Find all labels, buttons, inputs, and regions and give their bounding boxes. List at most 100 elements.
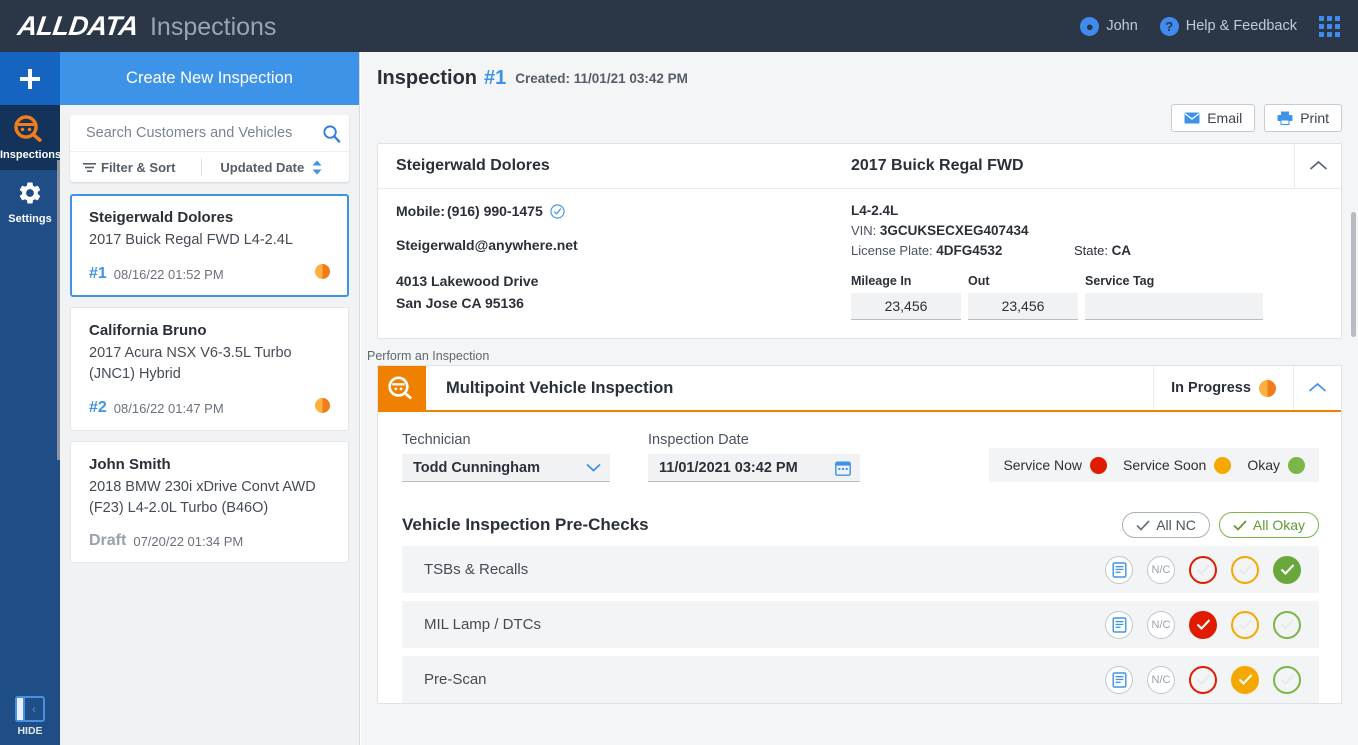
divider — [201, 158, 203, 176]
hide-panel-button[interactable]: ‹ HIDE — [0, 696, 60, 737]
mileage-out-label: Out — [968, 274, 990, 288]
vehicle-description: 2018 BMW 230i xDrive Convt AWD (F23) L4-… — [89, 479, 316, 517]
check-icon — [1238, 674, 1252, 685]
email-button[interactable]: Email — [1171, 104, 1256, 132]
filter-sort-row: Filter & Sort Updated Date — [70, 151, 349, 182]
service-soon-button[interactable] — [1231, 665, 1259, 694]
card-footer: #1 08/16/22 01:52 PM — [89, 264, 330, 284]
pre-checks-header-row: Vehicle Inspection Pre-Checks All NC All… — [402, 512, 1319, 538]
technician-value: Todd Cunningham — [413, 459, 540, 476]
service-now-button[interactable] — [1189, 610, 1217, 639]
sidebar-item-settings[interactable]: Settings — [0, 170, 60, 234]
inspection-date: 08/16/22 01:52 PM — [113, 266, 224, 282]
sidebar-item-inspections[interactable]: Inspections — [0, 105, 62, 170]
all-okay-button[interactable]: All Okay — [1218, 512, 1319, 538]
calendar-icon[interactable] — [835, 460, 851, 476]
service-now-button[interactable] — [1189, 555, 1217, 584]
multipoint-inspection-card: Multipoint Vehicle Inspection In Progres… — [377, 365, 1342, 704]
plus-icon — [20, 68, 40, 89]
note-document-icon[interactable] — [1105, 555, 1133, 584]
service-soon-button[interactable] — [1231, 610, 1259, 639]
left-nav-rail: Inspections Settings ‹ HIDE — [0, 52, 62, 745]
inspection-card-body: Technician Todd Cunningham Inspection Da… — [378, 412, 1341, 703]
service-soon-button[interactable] — [1231, 555, 1259, 584]
address-line-1: 4013 Lakewood Drive — [396, 273, 539, 289]
okay-button[interactable] — [1273, 610, 1301, 639]
created-timestamp: Created: 11/01/21 03:42 PM — [515, 70, 688, 86]
page-title-bar: Inspection #1 Created: 11/01/21 03:42 PM — [361, 52, 1358, 104]
mobile-row: Mobile: (916) 990-1475 — [396, 203, 843, 219]
note-document-icon[interactable] — [1105, 610, 1133, 639]
vehicle-details: L4-2.4L VIN: 3GCUKSECXEG407434 License P… — [843, 203, 1341, 320]
sidebar-item-label: Inspections — [0, 149, 62, 161]
account-circle-icon: ● — [1080, 16, 1100, 36]
search-input[interactable] — [84, 124, 322, 142]
service-now-button[interactable] — [1189, 665, 1217, 694]
check-item-label: Pre-Scan — [424, 671, 487, 688]
print-label: Print — [1300, 110, 1329, 126]
collapse-panel-icon: ‹ — [15, 696, 45, 722]
user-name: John — [1106, 18, 1138, 34]
brand-product-text: Inspections — [149, 12, 277, 41]
note-document-icon[interactable] — [1105, 665, 1133, 694]
state-label: State: — [1073, 243, 1108, 258]
okay-button[interactable] — [1273, 555, 1301, 584]
inspection-date-input[interactable]: 11/01/2021 03:42 PM — [648, 454, 860, 482]
okay-button[interactable] — [1273, 665, 1301, 694]
nc-button[interactable]: N/C — [1147, 610, 1175, 639]
gear-icon — [19, 182, 41, 204]
apps-grid-icon[interactable] — [1319, 15, 1340, 37]
list-item[interactable]: Steigerwald Dolores 2017 Buick Regal FWD… — [70, 194, 349, 298]
status-label: In Progress — [1171, 380, 1251, 396]
mileage-in-input[interactable] — [851, 293, 961, 320]
inspection-date: 07/20/22 01:34 PM — [133, 533, 244, 549]
check-item-controls: N/C — [1105, 665, 1301, 694]
check-icon — [1196, 619, 1210, 630]
technician-select[interactable]: Todd Cunningham — [402, 454, 610, 482]
main-scrollbar[interactable] — [1351, 212, 1356, 337]
help-feedback-link[interactable]: ? Help & Feedback — [1159, 16, 1297, 36]
brand-logo: ALLDATA Inspections — [16, 11, 277, 42]
search-row — [70, 115, 349, 151]
status-badge — [315, 398, 330, 418]
inspection-date: 08/16/22 01:47 PM — [113, 400, 224, 416]
add-new-button[interactable] — [0, 52, 60, 105]
inspection-number: #1 — [89, 265, 107, 283]
service-tag-input[interactable] — [1085, 293, 1263, 320]
inspection-status[interactable]: In Progress — [1153, 366, 1293, 410]
mileage-fields: Mileage In Out Service Tag — [851, 274, 1341, 320]
search-icon[interactable] — [322, 124, 341, 143]
pre-checks-title: Vehicle Inspection Pre-Checks — [402, 515, 649, 534]
vin-value: 3GCUKSECXEG407434 — [879, 223, 1029, 238]
vehicle-description: 2017 Buick Regal FWD L4-2.4L — [89, 232, 293, 248]
mobile-label: Mobile: — [396, 203, 445, 219]
green-dot-icon — [1288, 456, 1305, 474]
print-button[interactable]: Print — [1264, 104, 1342, 132]
list-item[interactable]: John Smith 2018 BMW 230i xDrive Convt AW… — [70, 441, 349, 564]
check-icon — [1233, 519, 1247, 531]
check-icon — [1280, 674, 1294, 685]
filter-sort-button[interactable]: Filter & Sort — [70, 160, 175, 175]
inspection-magnifier-icon — [388, 376, 413, 400]
sort-label: Updated Date — [220, 159, 305, 175]
sort-selector[interactable]: Updated Date — [220, 160, 323, 175]
inspection-number: #1 — [484, 66, 507, 89]
inspection-fields-row: Technician Todd Cunningham Inspection Da… — [402, 432, 1319, 482]
bulk-actions: All NC All Okay — [1122, 512, 1319, 538]
nc-button[interactable]: N/C — [1147, 665, 1175, 694]
check-icon — [1196, 674, 1210, 685]
collapse-inspection-button[interactable] — [1293, 366, 1341, 410]
nc-button[interactable]: N/C — [1147, 555, 1175, 584]
create-new-inspection-button[interactable]: Create New Inspection — [60, 52, 359, 105]
hide-label: HIDE — [17, 725, 43, 737]
user-menu[interactable]: ● John — [1080, 16, 1138, 36]
collapse-customer-panel-button[interactable] — [1294, 144, 1341, 188]
all-nc-button[interactable]: All NC — [1122, 512, 1210, 538]
filter-icon — [83, 162, 96, 172]
plate-label: License Plate: — [851, 243, 933, 258]
check-item-label: MIL Lamp / DTCs — [424, 616, 541, 633]
list-item[interactable]: California Bruno 2017 Acura NSX V6-3.5L … — [70, 307, 349, 432]
panel-header: Steigerwald Dolores 2017 Buick Regal FWD — [378, 144, 1341, 189]
mileage-out-input[interactable] — [968, 293, 1078, 320]
service-tag-label: Service Tag — [1085, 274, 1155, 288]
